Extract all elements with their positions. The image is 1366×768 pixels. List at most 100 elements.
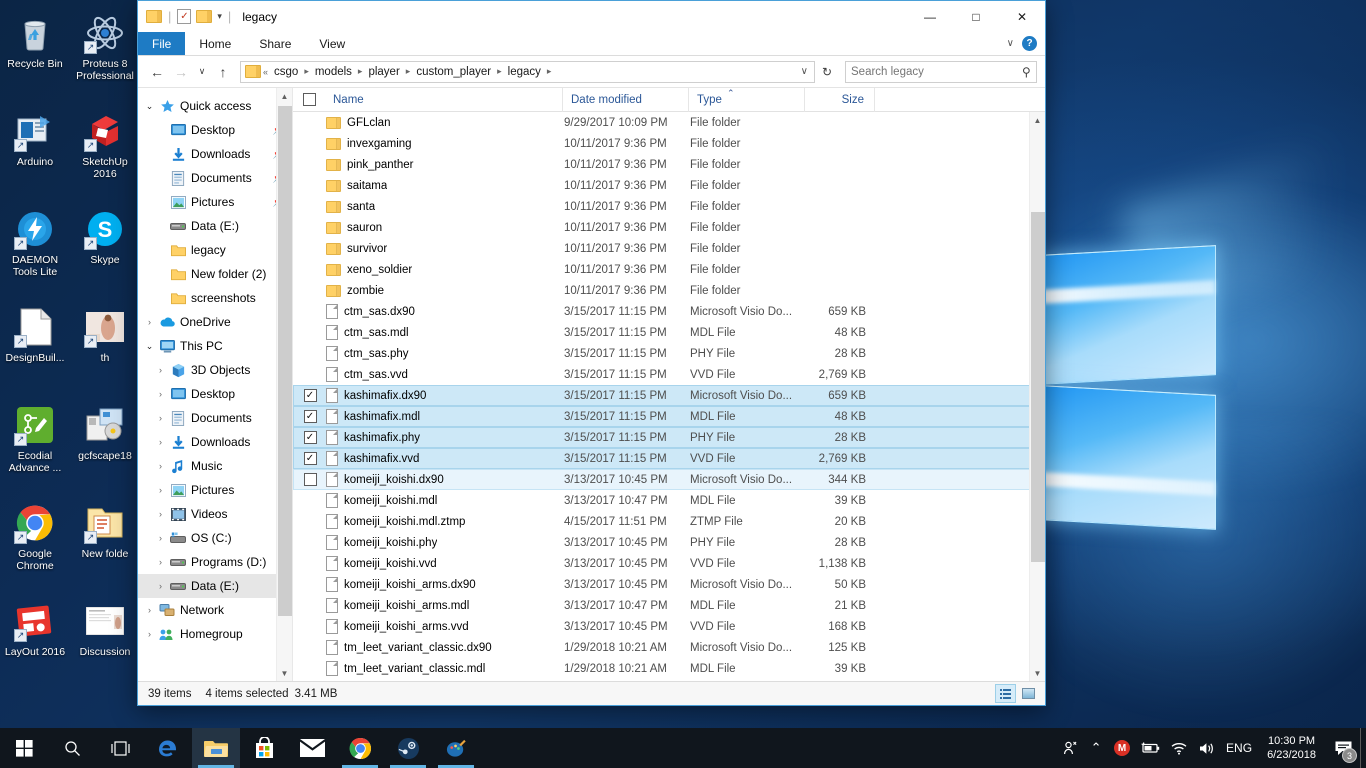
table-row[interactable]: ✓ kashimafix.phy 3/15/2017 11:15 PM PHY Fil… bbox=[293, 427, 1045, 448]
table-row[interactable]: ✓ komeiji_koishi.mdl.ztmp 4/15/2017 11:51 … bbox=[293, 511, 1045, 532]
table-row[interactable]: ✓ komeiji_koishi_arms.mdl 3/13/2017 10:47 … bbox=[293, 595, 1045, 616]
wifi-icon[interactable] bbox=[1165, 728, 1193, 768]
sidebar-item-3d-objects[interactable]: › 3D Objects bbox=[138, 358, 292, 382]
column-header-size[interactable]: Size bbox=[805, 87, 875, 112]
search-box[interactable]: ⚲ bbox=[845, 60, 1037, 83]
table-row[interactable]: ✓ kashimafix.vvd 3/15/2017 11:15 PM VVD Fil… bbox=[293, 448, 1045, 469]
row-checkbox[interactable]: ✓ bbox=[294, 473, 326, 486]
chevron-right-icon[interactable]: › bbox=[153, 461, 168, 471]
row-checkbox-box[interactable]: ✓ bbox=[303, 452, 317, 465]
chevron-right-icon[interactable]: › bbox=[142, 605, 157, 615]
desktop-icon-gcfscape[interactable]: gcfscape18 bbox=[70, 400, 140, 498]
taskbar-app-edge[interactable] bbox=[144, 728, 192, 768]
row-checkbox[interactable]: ✓ bbox=[294, 116, 326, 129]
table-row[interactable]: ✓ komeiji_koishi.dx90 3/13/2017 10:45 PM Mi… bbox=[293, 469, 1045, 490]
table-row[interactable]: ✓ kashimafix.mdl 3/15/2017 11:15 PM MDL Fil… bbox=[293, 406, 1045, 427]
column-header-date-modified[interactable]: Date modified bbox=[563, 87, 689, 112]
properties-icon[interactable]: ✓ bbox=[177, 9, 192, 24]
gmail-tray-icon[interactable]: M bbox=[1109, 728, 1135, 768]
breadcrumb-chevron-5[interactable]: ▸ bbox=[547, 66, 552, 77]
search-input[interactable] bbox=[851, 65, 1023, 78]
row-checkbox[interactable]: ✓ bbox=[294, 431, 326, 444]
chevron-right-icon[interactable]: › bbox=[153, 485, 168, 495]
sidebar-item-quick-access[interactable]: ⌄ Quick access bbox=[138, 94, 292, 118]
desktop-icon-folder-shortcut[interactable]: ↗ New folde bbox=[70, 498, 140, 596]
table-row[interactable]: ✓ komeiji_koishi_arms.vvd 3/13/2017 10:45 … bbox=[293, 616, 1045, 637]
sidebar-item-onedrive[interactable]: › OneDrive bbox=[138, 310, 292, 334]
row-checkbox[interactable]: ✓ bbox=[294, 221, 326, 234]
taskbar-app-steam[interactable] bbox=[384, 728, 432, 768]
table-row[interactable]: ✓ ctm_sas.dx90 3/15/2017 11:15 PM Microsoft… bbox=[293, 301, 1045, 322]
start-button[interactable] bbox=[0, 728, 48, 768]
table-row[interactable]: ✓ ctm_sas.vvd 3/15/2017 11:15 PM VVD File 2,… bbox=[293, 364, 1045, 385]
row-checkbox[interactable]: ✓ bbox=[294, 200, 326, 213]
file-list-scrollbar[interactable]: ▲ ▼ bbox=[1029, 112, 1045, 681]
breadcrumb-overflow-icon[interactable]: « bbox=[263, 67, 268, 77]
column-header-type[interactable]: Type bbox=[689, 87, 805, 112]
table-row[interactable]: ✓ tm_leet_variant_classic.mdl 1/29/2018 10… bbox=[293, 658, 1045, 679]
row-checkbox-box[interactable]: ✓ bbox=[303, 410, 317, 423]
close-button[interactable]: ✕ bbox=[999, 1, 1045, 32]
chevron-right-icon[interactable]: › bbox=[142, 629, 157, 639]
desktop-icon-recycle-bin[interactable]: Recycle Bin bbox=[0, 8, 70, 106]
breadcrumb-item-player[interactable]: player bbox=[364, 65, 403, 79]
battery-icon[interactable] bbox=[1135, 728, 1165, 768]
details-view-button[interactable] bbox=[995, 684, 1016, 703]
sidebar-item-desktop[interactable]: › Desktop bbox=[138, 382, 292, 406]
navigation-scrollbar[interactable]: ▲ ▼ bbox=[276, 88, 292, 681]
desktop-icon-skype[interactable]: S ↗ Skype bbox=[70, 204, 140, 302]
desktop-icon-sketchup[interactable]: ↗ SketchUp 2016 bbox=[70, 106, 140, 204]
row-checkbox[interactable]: ✓ bbox=[294, 452, 326, 465]
desktop-icon-arduino[interactable]: ↗ Arduino bbox=[0, 106, 70, 204]
row-checkbox[interactable]: ✓ bbox=[294, 536, 326, 549]
row-checkbox[interactable]: ✓ bbox=[294, 242, 326, 255]
breadcrumb-item-legacy[interactable]: legacy bbox=[504, 65, 545, 79]
show-desktop-button[interactable] bbox=[1360, 728, 1366, 768]
table-row[interactable]: ✓ xeno_soldier 10/11/2017 9:36 PM File fold… bbox=[293, 259, 1045, 280]
list-scroll-down-icon[interactable]: ▼ bbox=[1030, 665, 1045, 681]
table-row[interactable]: ✓ sauron 10/11/2017 9:36 PM File folder bbox=[293, 217, 1045, 238]
sidebar-item-documents[interactable]: Documents📌 bbox=[138, 166, 292, 190]
sidebar-item-pictures[interactable]: Pictures📌 bbox=[138, 190, 292, 214]
row-checkbox-box[interactable]: ✓ bbox=[303, 431, 317, 444]
people-icon[interactable] bbox=[1057, 728, 1083, 768]
sidebar-item-network[interactable]: › Network bbox=[138, 598, 292, 622]
row-checkbox[interactable]: ✓ bbox=[294, 179, 326, 192]
taskbar-app-paint3d[interactable] bbox=[432, 728, 480, 768]
sidebar-item-desktop[interactable]: Desktop📌 bbox=[138, 118, 292, 142]
language-indicator[interactable]: ENG bbox=[1221, 728, 1257, 768]
file-list-pane[interactable]: ✓ Name Date modified Type Size ⌃ ✓ GFLcla… bbox=[293, 87, 1045, 681]
sidebar-item-os-c[interactable]: › OS (C:) bbox=[138, 526, 292, 550]
taskbar-app-microsoft-store[interactable] bbox=[240, 728, 288, 768]
desktop-icon-proteus[interactable]: ↗ Proteus 8 Professional bbox=[70, 8, 140, 106]
row-checkbox[interactable]: ✓ bbox=[294, 284, 326, 297]
breadcrumb-chevron-3[interactable]: ▸ bbox=[406, 66, 411, 77]
desktop-icon-image-thumbnail[interactable]: ↗ th bbox=[70, 302, 140, 400]
row-checkbox[interactable]: ✓ bbox=[294, 494, 326, 507]
chevron-down-icon[interactable]: ⌄ bbox=[142, 341, 157, 352]
customize-qat-chevron-down-icon[interactable]: ▾ bbox=[217, 11, 222, 22]
chevron-right-icon[interactable]: › bbox=[153, 437, 168, 447]
breadcrumb-item-models[interactable]: models bbox=[311, 65, 356, 79]
sidebar-item-videos[interactable]: › Videos bbox=[138, 502, 292, 526]
row-checkbox[interactable]: ✓ bbox=[294, 305, 326, 318]
taskbar-app-file-explorer[interactable] bbox=[192, 728, 240, 768]
row-checkbox[interactable]: ✓ bbox=[294, 410, 326, 423]
search-icon[interactable]: ⚲ bbox=[1022, 65, 1031, 79]
table-row[interactable]: ✓ ctm_sas.phy 3/15/2017 11:15 PM PHY File 28… bbox=[293, 343, 1045, 364]
table-row[interactable]: ✓ komeiji_koishi_arms.dx90 3/13/2017 10:45… bbox=[293, 574, 1045, 595]
notifications-icon[interactable]: 3 bbox=[1326, 728, 1360, 768]
sidebar-item-downloads[interactable]: Downloads📌 bbox=[138, 142, 292, 166]
row-checkbox-box[interactable]: ✓ bbox=[303, 389, 317, 402]
table-row[interactable]: ✓ invexgaming 10/11/2017 9:36 PM File folde… bbox=[293, 133, 1045, 154]
navigation-pane[interactable]: ⌄Quick accessDesktop📌Downloads📌Documents… bbox=[138, 88, 293, 681]
chevron-right-icon[interactable]: › bbox=[153, 365, 168, 375]
row-checkbox[interactable]: ✓ bbox=[294, 326, 326, 339]
row-checkbox[interactable]: ✓ bbox=[294, 347, 326, 360]
sidebar-item-programs-d[interactable]: › Programs (D:) bbox=[138, 550, 292, 574]
up-button[interactable]: ↑ bbox=[212, 61, 234, 83]
desktop-icon-layout[interactable]: ↗ LayOut 2016 bbox=[0, 596, 70, 694]
row-checkbox[interactable]: ✓ bbox=[294, 137, 326, 150]
desktop-icon-ecodial[interactable]: ↗ Ecodial Advance ... bbox=[0, 400, 70, 498]
sidebar-item-music[interactable]: › Music bbox=[138, 454, 292, 478]
